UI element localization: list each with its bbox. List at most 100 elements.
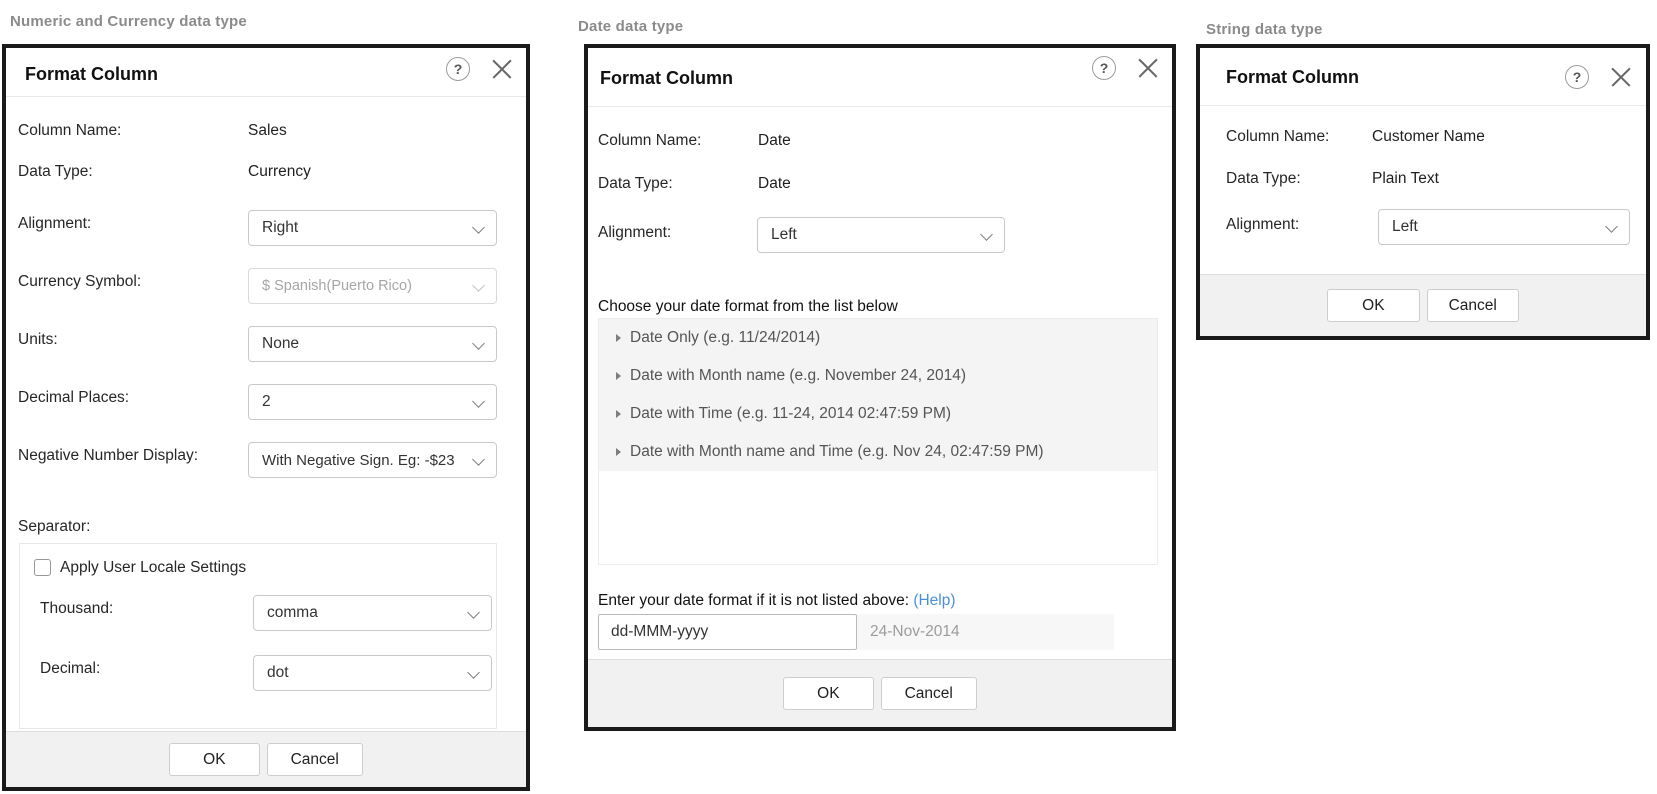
dialog-title: Format Column — [1226, 67, 1359, 88]
chevron-down-icon — [467, 666, 480, 679]
date-format-list-heading: Choose your date format from the list be… — [598, 298, 898, 316]
column-name-value: Customer Name — [1372, 128, 1485, 146]
alignment-select-value: Right — [262, 219, 298, 237]
thousand-label: Thousand: — [40, 600, 113, 618]
date-format-option[interactable]: Date Only (e.g. 11/24/2014) — [599, 319, 1157, 357]
units-label: Units: — [18, 331, 58, 349]
help-glyph: ? — [454, 61, 463, 77]
dialog-title: Format Column — [25, 64, 158, 85]
separator-label: Separator: — [18, 518, 90, 536]
close-icon[interactable] — [491, 58, 513, 80]
custom-format-label: Enter your date format if it is not list… — [598, 592, 956, 610]
negative-display-label: Negative Number Display: — [18, 447, 198, 465]
alignment-select-value: Left — [1392, 218, 1418, 236]
data-type-label: Data Type: — [598, 175, 673, 193]
date-format-option[interactable]: Date with Time (e.g. 11-24, 2014 02:47:5… — [599, 395, 1157, 433]
chevron-down-icon — [472, 453, 485, 466]
date-format-preview: 24-Nov-2014 — [857, 614, 1114, 650]
dialog-footer: OK Cancel — [1200, 274, 1646, 336]
help-icon[interactable]: ? — [1565, 65, 1589, 89]
column-name-value: Date — [758, 132, 791, 150]
cancel-button[interactable]: Cancel — [1427, 289, 1519, 322]
chevron-down-icon — [472, 221, 485, 234]
data-type-label: Data Type: — [1226, 170, 1301, 188]
alignment-select[interactable]: Left — [757, 217, 1005, 253]
disclosure-triangle-icon — [616, 334, 621, 342]
close-icon[interactable] — [1610, 66, 1632, 88]
currency-symbol-select-value: $ Spanish(Puerto Rico) — [262, 278, 412, 294]
column-name-value: Sales — [248, 122, 287, 140]
column-name-label: Column Name: — [598, 132, 701, 150]
dialog-header: Format Column ? — [1200, 48, 1646, 106]
decimal-separator-label: Decimal: — [40, 660, 100, 678]
date-format-option[interactable]: Date with Month name (e.g. November 24, … — [599, 357, 1157, 395]
disclosure-triangle-icon — [616, 372, 621, 380]
decimal-places-select[interactable]: 2 — [248, 384, 497, 420]
help-icon[interactable]: ? — [1092, 56, 1116, 80]
screenshot-canvas: Numeric and Currency data type Date data… — [0, 0, 1657, 794]
units-select-value: None — [262, 335, 299, 353]
separator-group-box: Apply User Locale Settings Thousand: com… — [19, 543, 497, 729]
negative-display-select-value: With Negative Sign. Eg: -$23 — [262, 452, 455, 469]
alignment-select-value: Left — [771, 226, 797, 244]
ok-button[interactable]: OK — [169, 743, 259, 776]
help-glyph: ? — [1100, 60, 1109, 76]
section-label-date: Date data type — [578, 18, 683, 35]
date-format-input[interactable] — [598, 614, 857, 650]
decimal-places-select-value: 2 — [262, 393, 271, 411]
currency-symbol-select: $ Spanish(Puerto Rico) — [248, 268, 497, 304]
units-select[interactable]: None — [248, 326, 497, 362]
alignment-select[interactable]: Left — [1378, 209, 1630, 245]
chevron-down-icon — [467, 606, 480, 619]
data-type-value: Plain Text — [1372, 170, 1439, 188]
alignment-select[interactable]: Right — [248, 210, 497, 246]
ok-button[interactable]: OK — [783, 677, 873, 710]
dialog-footer: OK Cancel — [6, 731, 526, 787]
dialog-title: Format Column — [600, 68, 733, 89]
cancel-button[interactable]: Cancel — [267, 743, 363, 776]
date-format-option-label: Date Only (e.g. 11/24/2014) — [630, 329, 820, 347]
negative-display-select[interactable]: With Negative Sign. Eg: -$23 — [248, 442, 497, 478]
help-glyph: ? — [1573, 69, 1582, 85]
disclosure-triangle-icon — [616, 410, 621, 418]
date-format-option[interactable]: Date with Month name and Time (e.g. Nov … — [599, 433, 1157, 471]
data-type-label: Data Type: — [18, 163, 93, 181]
help-link[interactable]: (Help) — [913, 592, 955, 609]
column-name-label: Column Name: — [18, 122, 121, 140]
date-format-list: Date Only (e.g. 11/24/2014) Date with Mo… — [598, 318, 1158, 565]
format-column-dialog-numeric: Format Column ? Column Name: Sales Data … — [2, 44, 530, 791]
chevron-down-icon — [1605, 220, 1618, 233]
dialog-header: Format Column ? — [588, 48, 1172, 107]
decimal-places-label: Decimal Places: — [18, 389, 129, 407]
alignment-label: Alignment: — [1226, 216, 1299, 234]
thousand-select-value: comma — [267, 604, 318, 622]
decimal-separator-select-value: dot — [267, 664, 289, 682]
date-format-option-label: Date with Time (e.g. 11-24, 2014 02:47:5… — [630, 405, 951, 423]
decimal-separator-select[interactable]: dot — [253, 655, 492, 691]
cancel-button[interactable]: Cancel — [881, 677, 977, 710]
date-format-option-label: Date with Month name (e.g. November 24, … — [630, 367, 966, 385]
chevron-down-icon — [472, 395, 485, 408]
custom-format-label-text: Enter your date format if it is not list… — [598, 592, 909, 609]
apply-locale-label: Apply User Locale Settings — [60, 559, 246, 577]
format-column-dialog-string: Format Column ? Column Name: Customer Na… — [1196, 44, 1650, 340]
data-type-value: Date — [758, 175, 791, 193]
currency-symbol-label: Currency Symbol: — [18, 273, 141, 291]
close-icon[interactable] — [1137, 57, 1159, 79]
chevron-down-icon — [472, 337, 485, 350]
alignment-label: Alignment: — [598, 224, 671, 242]
apply-locale-checkbox[interactable] — [34, 559, 51, 576]
date-format-option-label: Date with Month name and Time (e.g. Nov … — [630, 443, 1044, 461]
format-column-dialog-date: Format Column ? Column Name: Date Data T… — [584, 44, 1176, 731]
ok-button[interactable]: OK — [1327, 289, 1419, 322]
dialog-header: Format Column ? — [6, 48, 526, 97]
chevron-down-icon — [472, 279, 485, 292]
thousand-select[interactable]: comma — [253, 595, 492, 631]
disclosure-triangle-icon — [616, 448, 621, 456]
section-label-string: String data type — [1206, 21, 1323, 38]
chevron-down-icon — [980, 228, 993, 241]
data-type-value: Currency — [248, 163, 311, 181]
section-label-numeric: Numeric and Currency data type — [10, 13, 247, 30]
help-icon[interactable]: ? — [446, 57, 470, 81]
alignment-label: Alignment: — [18, 215, 91, 233]
